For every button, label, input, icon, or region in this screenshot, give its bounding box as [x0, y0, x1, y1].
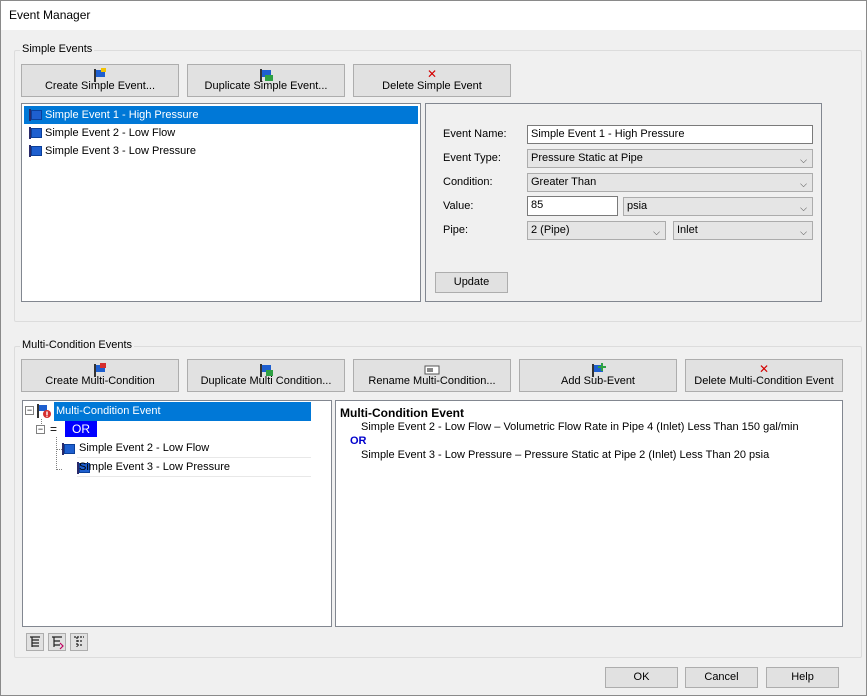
flag-icon	[28, 145, 42, 157]
ok-button[interactable]: OK	[605, 667, 678, 688]
pipe-location-select[interactable]: Inlet ⌵	[673, 221, 813, 240]
event-type-value: Pressure Static at Pipe	[531, 152, 643, 164]
duplicate-multi-condition-button[interactable]: Duplicate Multi Condition...	[187, 359, 345, 392]
duplicate-multi-condition-label: Duplicate Multi Condition...	[200, 375, 332, 387]
description-line-2: Simple Event 3 - Low Pressure – Pressure…	[361, 449, 770, 461]
cancel-button[interactable]: Cancel	[685, 667, 758, 688]
collapse-icon[interactable]: −	[25, 406, 34, 415]
list-item-label: Simple Event 2 - Low Flow	[45, 127, 176, 139]
event-name-label: Event Name:	[443, 128, 507, 140]
list-item-label: Simple Event 3 - Low Pressure	[45, 145, 197, 157]
flag-icon	[28, 127, 42, 139]
create-simple-event-button[interactable]: Create Simple Event...	[21, 64, 179, 97]
description-line-1: Simple Event 2 - Low Flow – Volumetric F…	[361, 421, 799, 433]
duplicate-simple-event-label: Duplicate Simple Event...	[204, 80, 328, 92]
list-item[interactable]: Simple Event 1 - High Pressure	[24, 106, 418, 124]
condition-label: Condition:	[443, 176, 493, 188]
add-sub-event-label: Add Sub-Event	[561, 375, 635, 387]
tree-child-label: Simple Event 3 - Low Pressure	[79, 461, 231, 473]
chevron-down-icon: ⌵	[653, 227, 660, 237]
collapse-all-button[interactable]	[70, 633, 88, 651]
tree-root-item[interactable]: Multi-Condition Event	[54, 402, 311, 421]
event-type-select[interactable]: Pressure Static at Pipe ⌵	[527, 149, 813, 168]
chevron-down-icon: ⌵	[800, 227, 807, 237]
window-title: Event Manager	[9, 8, 91, 22]
operator-or-label: OR	[72, 422, 90, 436]
simple-events-group-label: Simple Events	[20, 43, 95, 55]
value-field[interactable]: 85	[527, 196, 618, 216]
create-simple-event-label: Create Simple Event...	[44, 80, 156, 92]
flag-icon	[28, 109, 42, 121]
multi-events-group-label: Multi-Condition Events	[20, 339, 135, 351]
list-item[interactable]: Simple Event 3 - Low Pressure	[24, 142, 418, 160]
delete-simple-event-label: Delete Simple Event	[382, 80, 482, 92]
pipe-select[interactable]: 2 (Pipe) ⌵	[527, 221, 666, 240]
create-multi-condition-label: Create Multi-Condition	[45, 375, 155, 387]
delete-multi-condition-button[interactable]: ✕ Delete Multi-Condition Event	[685, 359, 843, 392]
simple-events-list[interactable]: Simple Event 1 - High Pressure Simple Ev…	[21, 103, 421, 302]
operator-symbol: =	[50, 422, 58, 436]
rename-multi-condition-label: Rename Multi-Condition...	[368, 375, 496, 387]
tree-child-item[interactable]: Simple Event 3 - Low Pressure	[77, 458, 311, 477]
chevron-down-icon: ⌵	[800, 155, 807, 165]
chevron-down-icon: ⌵	[800, 203, 807, 213]
pipe-value: 2 (Pipe)	[531, 224, 570, 236]
help-button-label: Help	[791, 671, 814, 683]
tree-arrow-icon	[52, 636, 64, 650]
tree-child-label: Simple Event 2 - Low Flow	[79, 442, 210, 454]
move-down-button[interactable]	[48, 633, 66, 651]
flag-icon	[61, 443, 75, 455]
description-operator: OR	[350, 435, 367, 447]
cancel-button-label: Cancel	[704, 671, 739, 683]
collapse-tree-icon	[74, 636, 84, 647]
expand-tree-icon	[30, 636, 40, 647]
title-bar: Event Manager	[0, 0, 867, 31]
value-unit-value: psia	[627, 200, 648, 212]
operator-or-badge[interactable]: OR	[65, 421, 97, 437]
value-unit-select[interactable]: psia ⌵	[623, 197, 813, 216]
create-multi-condition-button[interactable]: Create Multi-Condition	[21, 359, 179, 392]
tree-line	[56, 437, 57, 470]
chevron-down-icon: ⌵	[800, 179, 807, 189]
delete-simple-event-button[interactable]: ✕ Delete Simple Event	[353, 64, 511, 97]
help-button[interactable]: Help	[766, 667, 839, 688]
list-item-label: Simple Event 1 - High Pressure	[45, 109, 199, 121]
tree-child-item[interactable]: Simple Event 2 - Low Flow	[77, 439, 311, 458]
event-type-label: Event Type:	[443, 152, 501, 164]
multi-condition-description	[335, 400, 843, 627]
value-label: Value:	[443, 200, 474, 212]
pipe-location-value: Inlet	[677, 224, 698, 236]
ok-button-label: OK	[633, 671, 650, 683]
pipe-label: Pipe:	[443, 224, 469, 236]
duplicate-simple-event-button[interactable]: Duplicate Simple Event...	[187, 64, 345, 97]
update-button[interactable]: Update	[435, 272, 508, 293]
update-button-label: Update	[453, 276, 490, 288]
multi-flag-icon	[37, 404, 51, 418]
delete-multi-condition-label: Delete Multi-Condition Event	[694, 375, 834, 387]
event-name-field[interactable]: Simple Event 1 - High Pressure	[527, 125, 813, 144]
tree-root-label: Multi-Condition Event	[56, 405, 161, 417]
list-item[interactable]: Simple Event 2 - Low Flow	[24, 124, 418, 142]
rename-multi-condition-button[interactable]: Rename Multi-Condition...	[353, 359, 511, 392]
condition-value: Greater Than	[531, 176, 597, 188]
condition-select[interactable]: Greater Than ⌵	[527, 173, 813, 192]
tree-line	[56, 469, 62, 470]
add-sub-event-button[interactable]: Add Sub-Event	[519, 359, 677, 392]
description-title: Multi-Condition Event	[340, 406, 464, 420]
collapse-icon[interactable]: −	[36, 425, 45, 434]
expand-all-button[interactable]	[26, 633, 44, 651]
